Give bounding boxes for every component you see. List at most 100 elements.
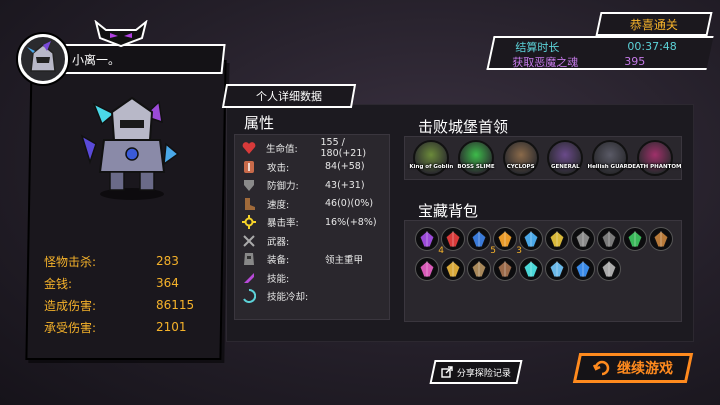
attribute-row: 技能冷却: bbox=[235, 287, 389, 306]
armor-icon bbox=[241, 252, 257, 266]
result-title: 恭喜通关 bbox=[629, 17, 678, 32]
inventory-item[interactable] bbox=[467, 257, 491, 281]
knight-helmet-icon bbox=[601, 260, 617, 278]
attribute-label: 技能冷却: bbox=[267, 292, 309, 304]
sword-icon bbox=[241, 160, 257, 174]
result-row-souls: 获取恶魔之魂 395 bbox=[512, 54, 708, 69]
inventory-title: 宝藏背包 bbox=[418, 202, 479, 220]
stat-value: 86115 bbox=[156, 298, 195, 312]
inventory-item[interactable] bbox=[649, 227, 673, 251]
stat-row-gold: 金钱: 364 bbox=[44, 272, 214, 294]
player-name-bar: 小离一。 bbox=[52, 44, 226, 74]
boss-portrait[interactable]: DEATH PHANTOM bbox=[628, 140, 682, 176]
attribute-value: 155 / 180(+21) bbox=[320, 137, 367, 160]
continue-game-button[interactable]: 继续游戏 bbox=[572, 353, 694, 383]
attribute-value: 84(+58) bbox=[325, 161, 365, 173]
hooded-figure-icon bbox=[601, 230, 617, 248]
green-flower-icon bbox=[627, 230, 643, 248]
weapon-icon bbox=[241, 234, 257, 248]
inventory-item[interactable] bbox=[415, 257, 439, 281]
stat-label: 怪物击杀: bbox=[44, 254, 97, 269]
inventory-item[interactable] bbox=[441, 227, 465, 251]
ice-crystal-icon bbox=[549, 260, 565, 278]
stat-label: 金钱: bbox=[44, 276, 73, 291]
boss-tag: DEATH PHANTOM bbox=[627, 164, 682, 170]
attribute-row: 攻击: 84(+58) bbox=[235, 158, 389, 177]
bosses-title: 击败城堡首领 bbox=[418, 118, 509, 136]
treasure-map-icon bbox=[471, 260, 487, 278]
attributes-title: 属性 bbox=[244, 114, 275, 132]
attribute-label: 生命值: bbox=[266, 144, 298, 156]
inventory-item[interactable] bbox=[519, 257, 543, 281]
blue-shard-icon bbox=[523, 230, 539, 248]
attribute-row: 技能: bbox=[235, 269, 389, 288]
inventory-item[interactable] bbox=[571, 257, 595, 281]
attribute-label: 技能: bbox=[267, 273, 290, 285]
blue-gem-icon bbox=[471, 230, 487, 248]
attribute-row: 装备: 领主重甲 bbox=[235, 250, 389, 269]
attribute-row: 生命值: 155 / 180(+21) bbox=[235, 137, 389, 160]
boss-tag: GENERAL bbox=[550, 164, 580, 170]
inventory-item[interactable] bbox=[545, 227, 569, 251]
attribute-label: 武器: bbox=[267, 236, 290, 248]
result-label: 结算时长 bbox=[515, 40, 560, 54]
burst-icon bbox=[241, 215, 257, 230]
share-icon bbox=[441, 366, 453, 378]
share-label: 分享探险记录 bbox=[456, 368, 511, 379]
stat-label: 造成伤害: bbox=[44, 298, 97, 313]
inventory-item[interactable]: 5 bbox=[467, 227, 496, 256]
stat-label: 承受伤害: bbox=[44, 320, 97, 335]
gray-scroll-icon bbox=[575, 230, 591, 248]
boss-portrait[interactable]: Hellish GUARD bbox=[587, 140, 632, 176]
inventory-item[interactable] bbox=[597, 227, 621, 251]
inventory-item[interactable]: 3 bbox=[493, 227, 522, 256]
boss-tag: Hellish GUARD bbox=[587, 164, 633, 170]
boss-portrait[interactable]: CYCLOPS bbox=[502, 140, 539, 176]
attributes-box: 生命值: 155 / 180(+21) 攻击: 84(+58) 防御力: 43(+31) 速… bbox=[234, 134, 390, 320]
inventory-item[interactable] bbox=[597, 257, 621, 281]
stat-value: 364 bbox=[156, 276, 179, 290]
result-value: 395 bbox=[624, 55, 646, 68]
player-stats-list: 怪物击杀: 283 金钱: 364 造成伤害: 86115 承受伤害: 2101 bbox=[44, 250, 214, 338]
boss-portrait[interactable]: King of Goblin bbox=[409, 140, 453, 176]
result-value: 00:37:48 bbox=[627, 40, 677, 53]
boss-portrait[interactable]: BOSS SLIME bbox=[457, 140, 495, 176]
inventory-box: 453 bbox=[404, 220, 682, 322]
attribute-label: 速度: bbox=[267, 199, 290, 211]
stat-row-kills: 怪物击杀: 283 bbox=[44, 250, 214, 272]
continue-label: 继续游戏 bbox=[617, 361, 673, 377]
inventory-item[interactable] bbox=[571, 227, 595, 251]
attribute-value: 领主重甲 bbox=[325, 255, 364, 267]
share-record-button[interactable]: 分享探险记录 bbox=[429, 360, 523, 384]
player-name: 小离一。 bbox=[72, 52, 121, 67]
knight-helmet-icon bbox=[27, 41, 56, 72]
result-header: 恭喜通关 bbox=[595, 12, 713, 36]
inventory-item[interactable]: 4 bbox=[415, 227, 444, 256]
heart-icon bbox=[241, 141, 256, 155]
attribute-row: 防御力: 43(+31) bbox=[235, 176, 389, 195]
hero-character-art bbox=[74, 84, 184, 204]
tab-personal-details[interactable]: 个人详细数据 bbox=[221, 84, 357, 108]
inventory-item[interactable] bbox=[545, 257, 569, 281]
attribute-row: 速度: 46(0)(0%) bbox=[235, 195, 389, 214]
tab-label: 个人详细数据 bbox=[256, 90, 322, 103]
bosses-box: King of Goblin BOSS SLIME CYCLOPS GENERAL He… bbox=[404, 136, 682, 180]
blue-flame-icon bbox=[575, 260, 591, 278]
attribute-value: 43(+31) bbox=[325, 179, 365, 191]
inventory-item[interactable] bbox=[623, 227, 647, 251]
inventory-item[interactable] bbox=[441, 257, 465, 281]
attribute-value: 16%(+8%) bbox=[325, 216, 377, 228]
boss-tag: King of Goblin bbox=[409, 164, 454, 170]
boot-icon bbox=[241, 197, 257, 211]
attribute-label: 攻击: bbox=[267, 162, 290, 174]
inventory-item[interactable] bbox=[519, 227, 543, 251]
inventory-item[interactable] bbox=[493, 257, 517, 281]
attribute-label: 装备: bbox=[267, 255, 290, 267]
boss-tag: CYCLOPS bbox=[506, 164, 535, 170]
attribute-label: 暴击率: bbox=[267, 218, 299, 230]
boss-portrait[interactable]: GENERAL bbox=[547, 140, 584, 176]
result-row-duration: 结算时长 00:37:48 bbox=[515, 39, 711, 54]
cooldown-icon bbox=[241, 289, 257, 304]
skill-icon bbox=[241, 271, 257, 285]
stat-row-damage-dealt: 造成伤害: 86115 bbox=[44, 294, 214, 316]
